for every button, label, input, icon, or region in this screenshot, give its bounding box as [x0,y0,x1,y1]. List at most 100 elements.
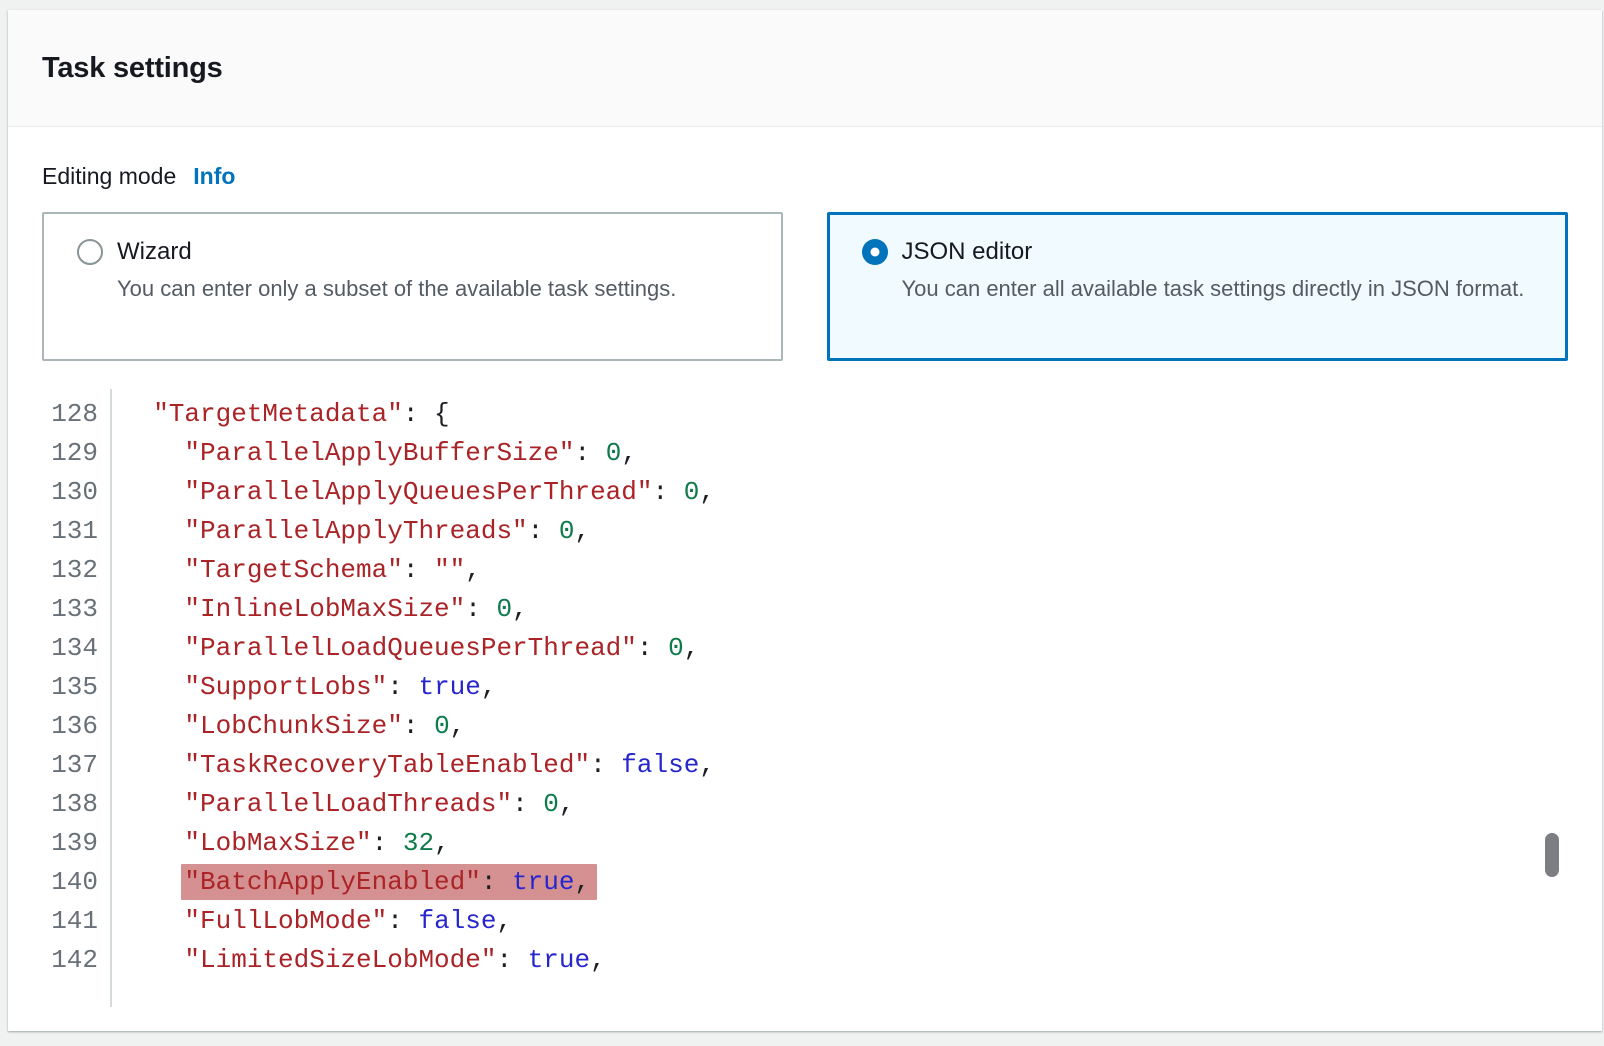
token-punct: : [465,594,496,624]
wizard-radio-button[interactable] [77,239,103,265]
json-editor-option-text: JSON editor You can enter all available … [902,234,1525,306]
token-punct: , [699,477,715,507]
page-title: Task settings [42,52,223,85]
code-text: "LobMaxSize": 32, [110,828,450,858]
highlighted-range: "BatchApplyEnabled": true, [181,864,597,900]
code-text: "ParallelApplyQueuesPerThread": 0, [110,477,715,507]
code-line-140[interactable]: 140 "BatchApplyEnabled": true, [42,862,1568,901]
token-punct: : [403,555,434,585]
token-punct: , [699,750,715,780]
line-number[interactable]: 133 [42,594,110,624]
token-punct: , [684,633,700,663]
json-editor-radio-button[interactable] [862,239,888,265]
code-text: "LimitedSizeLobMode": true, [110,945,606,975]
token-string: "InlineLobMaxSize" [184,594,465,624]
code-text: "ParallelLoadQueuesPerThread": 0, [110,633,699,663]
token-punct: : [512,789,543,819]
token-punct: , [559,789,575,819]
panel-body: Editing mode Info Wizard You can enter o… [8,127,1602,1014]
token-string: "TargetSchema" [184,555,402,585]
token-number: 0 [559,516,575,546]
code-line-129[interactable]: 129"ParallelApplyBufferSize": 0, [42,433,1568,472]
token-boolean: true [512,867,574,897]
token-punct: , [575,867,591,897]
token-punct: , [481,672,497,702]
token-string: "ParallelApplyBufferSize" [184,438,574,468]
code-line-130[interactable]: 130"ParallelApplyQueuesPerThread": 0, [42,472,1568,511]
line-number[interactable]: 134 [42,633,110,663]
line-number[interactable]: 140 [42,867,110,897]
json-editor-option-card[interactable]: JSON editor You can enter all available … [827,212,1569,361]
json-editor-option-description: You can enter all available task setting… [902,271,1525,306]
token-punct: , [465,555,481,585]
code-line-133[interactable]: 133"InlineLobMaxSize": 0, [42,589,1568,628]
token-string: "SupportLobs" [184,672,387,702]
json-code-editor[interactable]: 128"TargetMetadata": {129"ParallelApplyB… [42,394,1568,1014]
line-number[interactable]: 139 [42,828,110,858]
token-string: "BatchApplyEnabled" [184,867,480,897]
code-line-137[interactable]: 137"TaskRecoveryTableEnabled": false, [42,745,1568,784]
code-text: "LobChunkSize": 0, [110,711,465,741]
editing-mode-label: Editing mode [42,160,176,192]
code-text: "TargetSchema": "", [110,555,481,585]
vertical-scrollbar-thumb[interactable] [1545,833,1559,877]
wizard-option-description: You can enter only a subset of the avail… [117,271,676,306]
code-text: "ParallelApplyBufferSize": 0, [110,438,637,468]
line-number[interactable]: 136 [42,711,110,741]
code-lines: 128"TargetMetadata": {129"ParallelApplyB… [42,394,1568,979]
token-punct: : [403,711,434,741]
token-string: "FullLobMode" [184,906,387,936]
line-number[interactable]: 137 [42,750,110,780]
token-number: 0 [434,711,450,741]
line-number[interactable]: 141 [42,906,110,936]
line-number[interactable]: 142 [42,945,110,975]
token-number: 0 [606,438,622,468]
code-text: "BatchApplyEnabled": true, [110,864,597,900]
token-string: "TaskRecoveryTableEnabled" [184,750,590,780]
token-punct: : [528,516,559,546]
code-line-141[interactable]: 141"FullLobMode": false, [42,901,1568,940]
token-punct: : [496,945,527,975]
code-line-132[interactable]: 132"TargetSchema": "", [42,550,1568,589]
token-punct: , [450,711,466,741]
code-line-134[interactable]: 134"ParallelLoadQueuesPerThread": 0, [42,628,1568,667]
editing-mode-row: Editing mode Info [42,160,1568,192]
token-punct: : [387,906,418,936]
info-link[interactable]: Info [193,160,235,192]
line-number[interactable]: 138 [42,789,110,819]
token-number: 0 [668,633,684,663]
token-number: 0 [684,477,700,507]
line-number[interactable]: 130 [42,477,110,507]
wizard-option-card[interactable]: Wizard You can enter only a subset of th… [42,212,783,361]
code-line-139[interactable]: 139"LobMaxSize": 32, [42,823,1568,862]
code-line-136[interactable]: 136"LobChunkSize": 0, [42,706,1568,745]
code-line-135[interactable]: 135"SupportLobs": true, [42,667,1568,706]
line-number[interactable]: 131 [42,516,110,546]
token-punct: : [372,828,403,858]
panel-header: Task settings [8,10,1602,127]
token-boolean: true [528,945,590,975]
line-number[interactable]: 128 [42,399,110,429]
token-punct: : [637,633,668,663]
token-string: "LobMaxSize" [184,828,371,858]
code-line-131[interactable]: 131"ParallelApplyThreads": 0, [42,511,1568,550]
token-punct: , [496,906,512,936]
token-punct: , [575,516,591,546]
line-number[interactable]: 129 [42,438,110,468]
line-number[interactable]: 132 [42,555,110,585]
code-text: "TaskRecoveryTableEnabled": false, [110,750,715,780]
token-punct: : [481,867,512,897]
code-line-128[interactable]: 128"TargetMetadata": { [42,394,1568,433]
token-punct: : [387,672,418,702]
code-line-142[interactable]: 142"LimitedSizeLobMode": true, [42,940,1568,979]
code-text: "FullLobMode": false, [110,906,512,936]
task-settings-panel: Task settings Editing mode Info Wizard Y… [8,10,1602,1031]
code-text: "TargetMetadata": { [110,399,450,429]
token-punct: , [621,438,637,468]
wizard-option-title: Wizard [117,234,676,270]
token-punct: , [434,828,450,858]
token-number: 32 [403,828,434,858]
token-string: "TargetMetadata" [153,399,403,429]
line-number[interactable]: 135 [42,672,110,702]
code-line-138[interactable]: 138"ParallelLoadThreads": 0, [42,784,1568,823]
